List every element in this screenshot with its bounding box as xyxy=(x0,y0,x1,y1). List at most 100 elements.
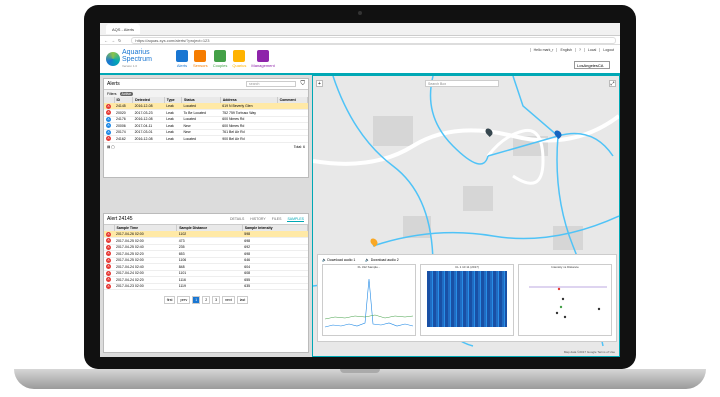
map-search-input[interactable]: Search Box xyxy=(425,80,499,87)
module-quarius[interactable]: Quarius xyxy=(232,50,246,68)
logo-version: Version 1.0 xyxy=(122,63,138,68)
alerts-footer: ▤ ▢ Total: 6 xyxy=(104,143,308,151)
left-column: Alerts search ⛉ Filters Active ID Detecte… xyxy=(100,75,312,357)
map-attribution: Map data ©2017 Google Terms of Use xyxy=(563,350,615,354)
sample-alert-icon: A xyxy=(106,244,111,250)
zoom-in-icon[interactable]: + xyxy=(316,80,323,87)
alert-id: 24162 xyxy=(114,135,133,143)
address-bar[interactable]: https://aquas-sys.com/alerts/?project=12… xyxy=(131,36,616,44)
webcam xyxy=(358,11,362,15)
module-alerts-icon xyxy=(176,50,188,62)
tab-history[interactable]: HISTORY xyxy=(250,217,265,222)
module-sensors[interactable]: Sensors xyxy=(193,50,208,68)
download-audio-link[interactable]: 🔈 Download audio 2 xyxy=(365,258,398,262)
module-quarius-icon xyxy=(233,50,246,62)
samples-tabs: DETAILS HISTORY FILES SAMPLES xyxy=(230,217,304,222)
alert-type-cell: A xyxy=(104,135,114,143)
app-logo[interactable]: Aquarius Spectrum Version 1.0 xyxy=(106,49,176,70)
filters-label: Filters xyxy=(107,91,117,96)
module-label: Management xyxy=(251,63,275,68)
user-link[interactable]: Logout xyxy=(599,48,614,52)
page-last[interactable]: last xyxy=(236,296,249,304)
logo-line1: Aquarius xyxy=(122,48,150,56)
alert-comment xyxy=(277,135,308,143)
module-couples-icon xyxy=(214,50,227,62)
tab-files[interactable]: FILES xyxy=(272,217,282,222)
samples-title: Alert 24145 DETAILS HISTORY FILES SAMPLES xyxy=(104,214,308,225)
forward-icon[interactable]: → xyxy=(111,38,115,43)
module-couples[interactable]: Couples xyxy=(212,50,228,68)
filters-bar: Filters Active xyxy=(104,90,308,97)
user-link[interactable]: ? xyxy=(574,48,581,52)
alert-type-icon: A xyxy=(106,103,111,109)
reload-icon[interactable]: ↻ xyxy=(118,38,121,43)
alert-address: 900 Bel Air Rd xyxy=(220,135,278,143)
spectrogram-chart: CL 1 10 11 (2017) xyxy=(420,264,514,336)
page-3[interactable]: 3 xyxy=(212,296,221,304)
alert-type-icon: A xyxy=(106,110,111,116)
alert-row[interactable]: A 24162 2016-12-08 Leak Located 900 Bel Air R… xyxy=(104,135,308,143)
sample-alert-icon: A xyxy=(106,264,111,270)
module-label: Couples xyxy=(212,63,228,68)
module-label: Sensors xyxy=(193,63,208,68)
filter-icon[interactable]: ⛉ xyxy=(300,81,305,88)
correlation-chart: FL 312 Sample... xyxy=(322,264,416,336)
sample-alert-icon: A xyxy=(106,257,111,263)
logo-line2: Spectrum xyxy=(122,55,152,63)
user-link[interactable]: Hello mark_r xyxy=(529,48,553,52)
sample-alert-icon: A xyxy=(106,270,111,276)
sample-popup: 🔈 Download audio 1 🔈 Download audio 2 FL … xyxy=(317,254,617,342)
alert-type-icon: A xyxy=(106,136,111,142)
module-label: Quarius xyxy=(232,63,247,68)
sample-alert-icon: A xyxy=(106,277,111,283)
app-header: Aquarius Spectrum Version 1.0 Alerts Sens… xyxy=(100,45,620,75)
laptop-base xyxy=(14,369,706,389)
module-management[interactable]: Management xyxy=(251,50,275,68)
map-view[interactable]: Search Box ⤢ + 🔈 Download audio 1 🔈 Downl… xyxy=(312,75,620,357)
laptop-screen: AQS - Alerts ← → ↻ https://aquas-sys.com… xyxy=(100,23,620,357)
alerts-search-input[interactable]: search xyxy=(246,81,296,87)
sample-cell: 1119 xyxy=(176,283,243,290)
fullscreen-icon[interactable]: ⤢ xyxy=(609,80,616,87)
page-prev[interactable]: prev xyxy=(177,296,191,304)
scatter-plot xyxy=(529,286,607,319)
laptop-notch xyxy=(340,369,380,373)
browser-tabbar: AQS - Alerts xyxy=(100,23,620,36)
page-1[interactable]: 1 xyxy=(192,296,201,304)
export-icon[interactable]: ▤ ▢ xyxy=(107,145,115,149)
page-first[interactable]: first xyxy=(163,296,176,304)
pagination: first prev 1 2 3 next last xyxy=(104,296,308,304)
download-audio-label: Download audio 1 xyxy=(327,257,356,262)
alerts-table: ID Detected Type Status Address Comment A 2414… xyxy=(104,97,309,143)
scatter-chart: Intensity vs Distance xyxy=(518,264,612,336)
alerts-total: Total: 6 xyxy=(293,144,305,149)
module-nav: Alerts Sensors Couples Quarius Management xyxy=(176,50,275,68)
alert-type-icon: A xyxy=(106,129,111,135)
alert-type-icon: A xyxy=(106,123,111,129)
sample-alert-icon: A xyxy=(106,283,111,289)
sample-alert-icon: A xyxy=(106,251,111,257)
sample-alert-icon: A xyxy=(106,238,111,244)
correlation-plot xyxy=(324,278,414,328)
module-label: Alerts xyxy=(176,63,188,68)
page-next[interactable]: next xyxy=(222,296,235,304)
browser-tab[interactable]: AQS - Alerts xyxy=(106,24,141,34)
user-link[interactable]: English xyxy=(556,48,572,52)
sample-cell: 635 xyxy=(242,283,308,290)
page-2[interactable]: 2 xyxy=(202,296,211,304)
filter-pill[interactable]: Active xyxy=(119,91,134,96)
module-management-icon xyxy=(257,50,270,62)
back-icon[interactable]: ← xyxy=(104,38,108,43)
city-select[interactable]: LosAngelesCA xyxy=(574,61,610,69)
user-link[interactable]: Local xyxy=(583,48,596,52)
tab-details[interactable]: DETAILS xyxy=(230,217,244,222)
tab-samples[interactable]: SAMPLES xyxy=(287,217,304,222)
sample-icon-cell: A xyxy=(104,283,114,290)
download-audio-link[interactable]: 🔈 Download audio 1 xyxy=(322,258,355,262)
samples-title-text: Alert 24145 xyxy=(107,216,133,222)
alerts-title-text: Alerts xyxy=(107,81,120,87)
alerts-title: Alerts search ⛉ xyxy=(104,79,308,90)
sample-row[interactable]: A 2017-04-23 02:00 1119 635 xyxy=(104,283,308,290)
module-alerts[interactable]: Alerts xyxy=(176,50,188,68)
alerts-panel: Alerts search ⛉ Filters Active ID Detecte… xyxy=(103,78,309,178)
